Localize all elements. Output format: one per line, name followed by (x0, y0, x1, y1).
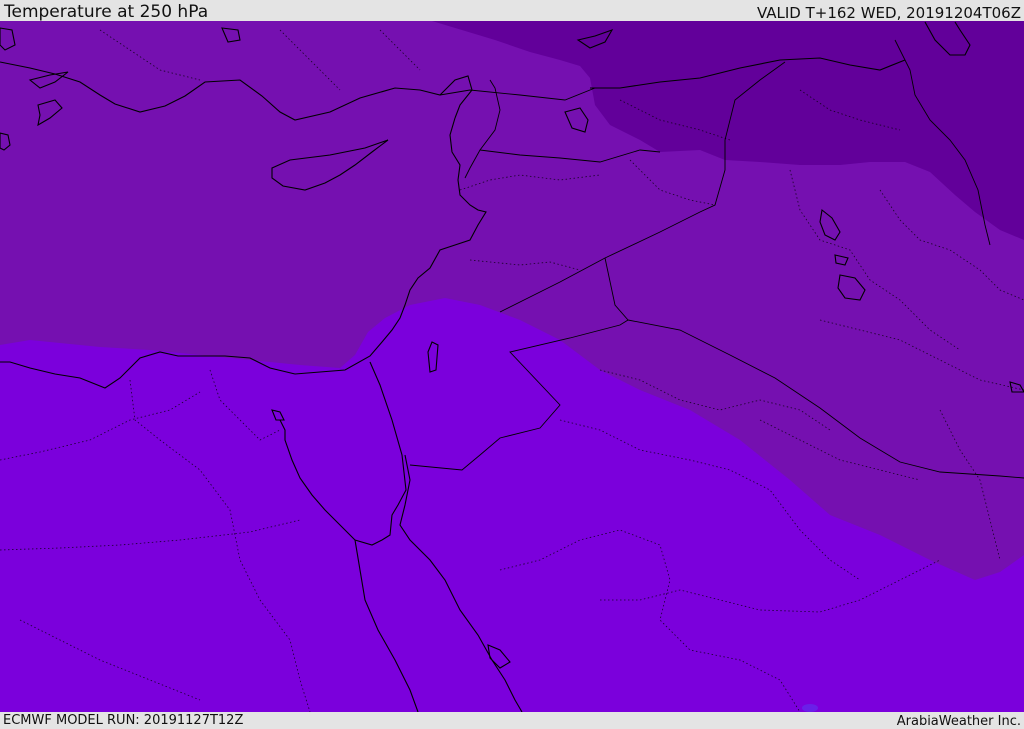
footer-bar: ECMWF MODEL RUN: 20191127T12Z ArabiaWeat… (0, 712, 1024, 729)
model-run: ECMWF MODEL RUN: 20191127T12Z (3, 713, 244, 728)
weather-map (0, 21, 1024, 712)
map-title: Temperature at 250 hPa (4, 2, 209, 22)
credit-label: ArabiaWeather Inc. (896, 714, 1021, 729)
valid-time: VALID T+162 WED, 20191204T06Z (756, 4, 1021, 22)
header-bar: Temperature at 250 hPa VALID T+162 WED, … (0, 0, 1024, 21)
